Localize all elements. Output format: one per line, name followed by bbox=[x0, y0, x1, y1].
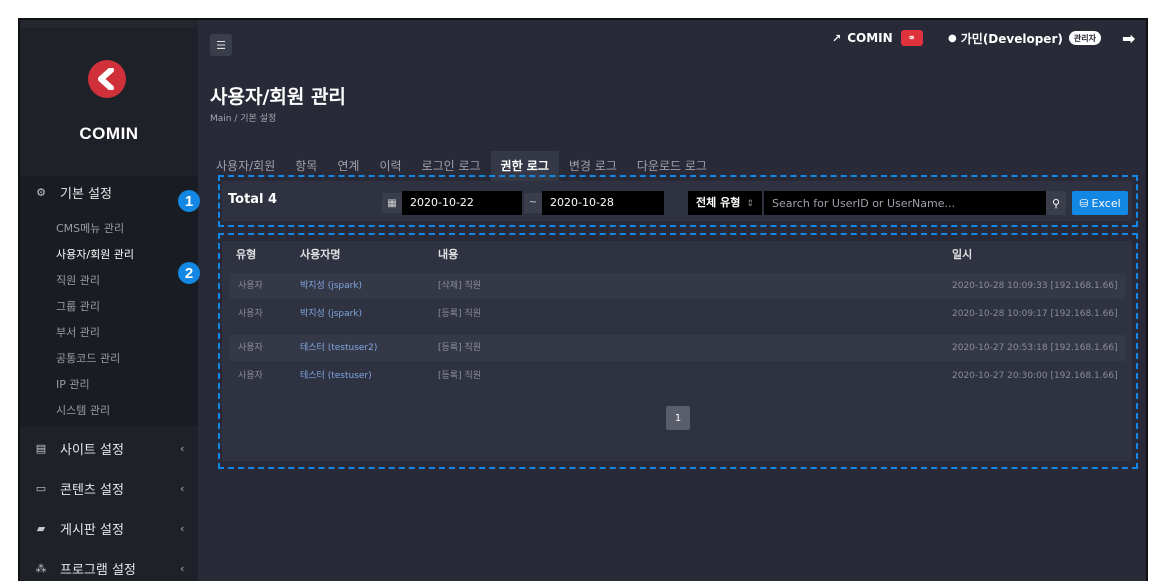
annotation-box-2 bbox=[218, 233, 1138, 469]
user-icon: ● bbox=[948, 32, 957, 44]
gear-icon: ⚙ bbox=[36, 185, 46, 199]
sidebar-item-label: 프로그램 설정 bbox=[60, 562, 136, 578]
comin-logo-icon bbox=[88, 60, 126, 98]
sidebar-subitem-group[interactable]: 그룹 관리 bbox=[56, 298, 100, 314]
chat-icon: ▰ bbox=[36, 521, 46, 535]
sidebar-subitem-ip[interactable]: IP 관리 bbox=[56, 376, 90, 392]
sidebar-item-basic-settings[interactable]: ⚙ 기본 설정 bbox=[34, 181, 112, 203]
site-link[interactable]: ↗ COMIN ⚭ bbox=[832, 28, 923, 48]
sidebar-item-label: 사이트 설정 bbox=[60, 442, 124, 458]
sidebar-toggle-button[interactable]: ☰ bbox=[210, 34, 232, 56]
user-name: 가민(Developer) bbox=[960, 31, 1063, 46]
external-link-icon: ↗ bbox=[832, 31, 842, 45]
sidebar-subitem-user-member[interactable]: 사용자/회원 관리 bbox=[56, 246, 134, 262]
sidebar-item-program-settings[interactable]: ⁂ 프로그램 설정 ‹ bbox=[34, 557, 185, 579]
sidebar-item-label: 게시판 설정 bbox=[60, 522, 124, 538]
sidebar-subitem-common-code[interactable]: 공통코드 관리 bbox=[56, 350, 120, 366]
logout-button[interactable]: ➡ bbox=[1122, 28, 1135, 48]
sidebar-item-site-settings[interactable]: ▤ 사이트 설정 ‹ bbox=[34, 437, 185, 459]
app-frame: COMIN ⚙ 기본 설정 CMS메뉴 관리 사용자/회원 관리 직원 관리 그… bbox=[18, 18, 1148, 581]
content-icon: ▭ bbox=[35, 481, 47, 495]
sidebar-item-label: 콘텐츠 설정 bbox=[60, 482, 124, 498]
sidebar-top-cap bbox=[20, 20, 198, 28]
sidebar-item-label: 기본 설정 bbox=[60, 186, 112, 202]
sidebar: COMIN ⚙ 기본 설정 CMS메뉴 관리 사용자/회원 관리 직원 관리 그… bbox=[20, 20, 198, 581]
network-icon: ⁂ bbox=[35, 561, 47, 575]
logo[interactable]: COMIN bbox=[20, 42, 198, 143]
annotation-badge-1: 1 bbox=[178, 190, 200, 212]
chevron-left-icon: ‹ bbox=[180, 521, 185, 535]
active-menu-group bbox=[20, 176, 198, 426]
link-icon: ⚭ bbox=[900, 30, 923, 46]
user-profile[interactable]: ● 가민(Developer) 관리자 bbox=[948, 28, 1101, 48]
annotation-badge-2: 2 bbox=[178, 262, 200, 284]
sidebar-subitem-system[interactable]: 시스템 관리 bbox=[56, 402, 110, 418]
logout-icon: ➡ bbox=[1122, 28, 1136, 48]
sidebar-subitem-department[interactable]: 부서 관리 bbox=[56, 324, 100, 340]
chevron-left-icon: ‹ bbox=[180, 481, 185, 495]
annotation-box-1 bbox=[218, 175, 1138, 227]
menu-icon: ☰ bbox=[216, 38, 226, 52]
site-label: COMIN bbox=[847, 31, 893, 45]
sidebar-subitem-cms-menu[interactable]: CMS메뉴 관리 bbox=[56, 220, 124, 236]
role-badge: 관리자 bbox=[1068, 31, 1101, 45]
breadcrumb: Main / 기본 설정 bbox=[210, 114, 277, 124]
logo-text: COMIN bbox=[79, 124, 139, 143]
sidebar-subitem-staff[interactable]: 직원 관리 bbox=[56, 272, 100, 288]
chevron-left-icon: ‹ bbox=[180, 441, 185, 455]
chevron-left-icon: ‹ bbox=[180, 561, 185, 575]
sidebar-item-content-settings[interactable]: ▭ 콘텐츠 설정 ‹ bbox=[34, 477, 185, 499]
server-icon: ▤ bbox=[35, 441, 47, 455]
sidebar-item-board-settings[interactable]: ▰ 게시판 설정 ‹ bbox=[34, 517, 185, 539]
page-title: 사용자/회원 관리 bbox=[210, 86, 346, 108]
